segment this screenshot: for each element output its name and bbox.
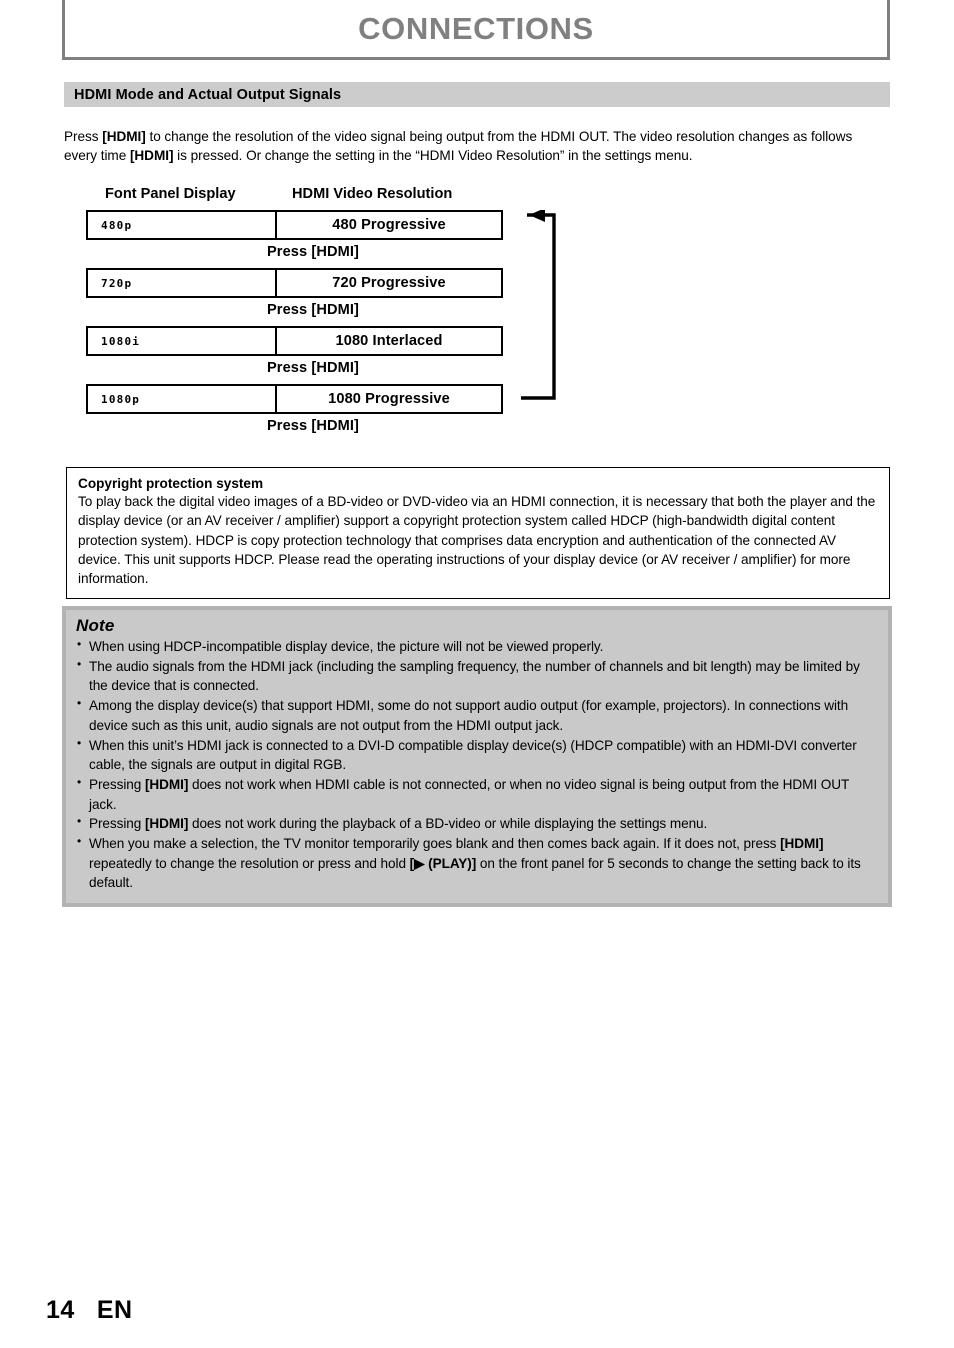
press-hdmi-step: Press [HDMI] (86, 298, 503, 326)
note-item-text: When using HDCP-incompatible display dev… (89, 639, 604, 654)
note-list-item: When this unit’s HDMI jack is connected … (76, 735, 878, 775)
lcd-display-text: 1080i (101, 334, 141, 348)
note-box: Note When using HDCP-incompatible displa… (62, 606, 892, 908)
lcd-display-text: 1080p (101, 392, 141, 406)
note-list-item: Pressing [HDMI] does not work during the… (76, 813, 878, 834)
press-hdmi-label: Press [HDMI] (266, 302, 359, 318)
note-item-key: [HDMI] (144, 816, 189, 832)
resolution-cell: 720 Progressive (277, 270, 501, 296)
resolution-label: 720 Progressive (332, 275, 446, 291)
resolution-cell: 480 Progressive (277, 212, 501, 238)
note-item-text: When this unit’s HDMI jack is connected … (89, 737, 857, 773)
resolution-row: 1080p 1080 Progressive (86, 384, 503, 414)
note-item-key-play: [▶ (PLAY)] (409, 855, 477, 871)
note-list-item: Among the display device(s) that support… (76, 695, 878, 735)
press-hdmi-label: Press [HDMI] (266, 244, 359, 260)
note-list: When using HDCP-incompatible display dev… (76, 636, 878, 893)
resolution-label: 1080 Progressive (328, 391, 450, 407)
intro-key-2: [HDMI] (129, 147, 174, 163)
note-list-item: The audio signals from the HDMI jack (in… (76, 656, 878, 696)
intro-text-part-1: Press (64, 128, 103, 144)
page-footer: 14 EN (46, 1296, 133, 1325)
chapter-title: CONNECTIONS (358, 11, 594, 46)
page-number: 14 (46, 1296, 75, 1324)
note-item-text: Among the display device(s) that support… (89, 698, 849, 733)
note-list-item: Pressing [HDMI] does not work when HDMI … (76, 774, 878, 814)
column-header-hdmi-video-resolution: HDMI Video Resolution (292, 186, 453, 202)
chapter-header: CONNECTIONS (62, 0, 890, 60)
loop-arrow-icon (521, 210, 556, 400)
column-header-front-panel-display: Font Panel Display (105, 186, 236, 202)
note-item-key: [HDMI] (780, 836, 824, 852)
press-hdmi-label: Press [HDMI] (266, 418, 359, 434)
note-list-item: When you make a selection, the TV monito… (76, 833, 878, 893)
note-item-text: When you make a selection, the TV monito… (89, 836, 781, 852)
resolution-cell: 1080 Interlaced (277, 328, 501, 354)
resolution-label: 1080 Interlaced (335, 333, 443, 349)
note-item-text: repeatedly to change the resolution or p… (89, 855, 410, 871)
front-panel-display-cell: 1080i (88, 328, 277, 354)
press-hdmi-step: Press [HDMI] (86, 414, 503, 442)
copyright-box-title: Copyright protection system (78, 476, 264, 491)
intro-paragraph: Press [HDMI] to change the resolution of… (64, 127, 876, 166)
intro-text-part-3: is pressed. Or change the setting in the… (173, 147, 693, 163)
intro-key-1: [HDMI] (102, 128, 146, 144)
note-box-title: Note (76, 616, 115, 635)
section-heading-bar: HDMI Mode and Actual Output Signals (64, 82, 890, 107)
note-item-text: Pressing (89, 816, 145, 832)
note-list-item: When using HDCP-incompatible display dev… (76, 636, 878, 657)
section-heading-label: HDMI Mode and Actual Output Signals (74, 86, 342, 103)
copyright-box-body: To play back the digital video images of… (78, 494, 876, 587)
front-panel-display-cell: 480p (88, 212, 277, 238)
language-code: EN (96, 1296, 133, 1324)
press-hdmi-label: Press [HDMI] (266, 360, 359, 376)
resolution-label: 480 Progressive (332, 217, 446, 233)
note-item-text: does not work when HDMI cable is not con… (89, 776, 849, 812)
note-item-text: does not work during the playback of a B… (188, 816, 708, 832)
front-panel-display-cell: 1080p (88, 386, 277, 412)
lcd-display-text: 720p (101, 276, 133, 290)
resolution-row: 1080i 1080 Interlaced (86, 326, 503, 356)
press-hdmi-step: Press [HDMI] (86, 240, 503, 268)
resolution-cell: 1080 Progressive (277, 386, 501, 412)
note-item-text: The audio signals from the HDMI jack (in… (89, 658, 860, 694)
document-page: CONNECTIONS HDMI Mode and Actual Output … (0, 0, 954, 1348)
press-hdmi-step: Press [HDMI] (86, 356, 503, 384)
front-panel-display-cell: 720p (88, 270, 277, 296)
resolution-row: 480p 480 Progressive (86, 210, 503, 240)
note-item-text: Pressing (89, 776, 145, 792)
diagram-column-headers: Font Panel Display HDMI Video Resolution (86, 186, 546, 210)
copyright-protection-box: Copyright protection system To play back… (66, 467, 890, 600)
resolution-row: 720p 720 Progressive (86, 268, 503, 298)
lcd-display-text: 480p (101, 218, 133, 232)
hdmi-resolution-flow-diagram: Font Panel Display HDMI Video Resolution… (86, 186, 556, 442)
note-item-key: [HDMI] (144, 776, 189, 792)
